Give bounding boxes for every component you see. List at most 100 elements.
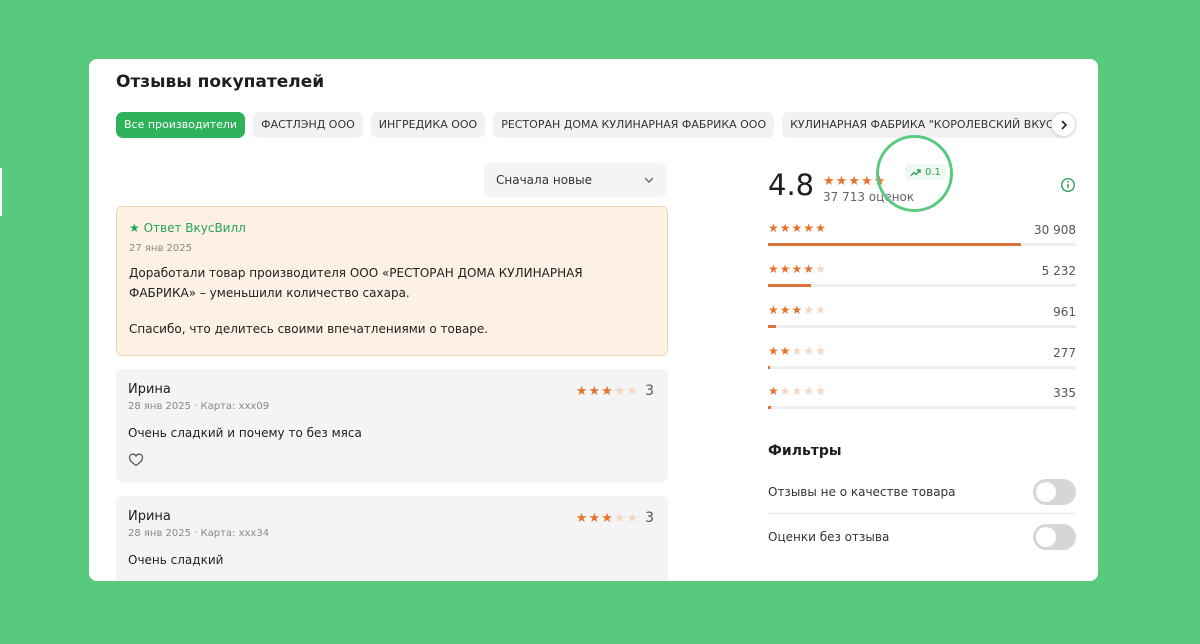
heart-icon[interactable] [128, 452, 144, 468]
star-icon: ★ [791, 344, 803, 358]
reply-thanks: Спасибо, что делитесь своими впечатления… [129, 322, 489, 336]
info-icon[interactable] [1060, 177, 1076, 193]
row-stars: ★ ★ ★ ★ ★ [768, 345, 826, 357]
chevron-right-icon [1061, 120, 1067, 129]
row-count: 961 [1053, 305, 1076, 319]
star-icon: ★ [613, 510, 626, 526]
distribution-row-1[interactable]: ★ ★ ★ ★ ★ 335 [768, 383, 1076, 413]
star-icon: ★ [779, 303, 791, 317]
review-rating: ★ ★ ★ ★ ★ 3 [576, 510, 654, 526]
row-bar-track [768, 366, 1076, 369]
review-stars: ★ ★ ★ ★ ★ [576, 385, 638, 398]
row-bar-fill [768, 243, 1021, 246]
review-meta: 28 янв 2025 · Карта: ххх09 [128, 401, 270, 412]
row-stars: ★ ★ ★ ★ ★ [768, 222, 826, 234]
star-icon: ★ [815, 221, 826, 235]
row-count: 5 232 [1041, 264, 1076, 278]
star-icon: ★ [768, 344, 779, 358]
filter-no-text: Оценки без отзыва [768, 515, 1076, 559]
star-icon: ★ [779, 384, 791, 398]
review-rating-number: 3 [645, 383, 654, 399]
chip-all-producers[interactable]: Все производители [116, 112, 246, 138]
page-title: Отзывы покупателей [116, 72, 325, 92]
star-icon: ★ [768, 262, 779, 276]
chips-next-button[interactable] [1051, 112, 1076, 137]
reply-date: 27 янв 2025 [129, 243, 192, 254]
left-edge-line [0, 168, 2, 216]
review-card: Ирина 28 янв 2025 · Карта: ххх09 Очень с… [116, 369, 668, 482]
star-icon: ★ [791, 384, 803, 398]
filter-non-quality-toggle[interactable] [1033, 478, 1076, 505]
reply-text: Доработали товар производителя ООО «РЕСТ… [129, 266, 583, 300]
review-meta: 28 янв 2025 · Карта: ххх34 [128, 528, 270, 539]
row-stars: ★ ★ ★ ★ ★ [768, 385, 826, 397]
star-icon: ★ [815, 262, 826, 276]
star-icon: ★ [588, 510, 601, 526]
chevron-down-icon [644, 177, 654, 183]
star-icon: ★ [860, 174, 873, 189]
filter-label: Оценки без отзыва [768, 530, 890, 544]
star-icon: ★ [779, 344, 791, 358]
toggle-knob [1036, 481, 1056, 502]
reply-author: ★ Ответ ВкусВилл [129, 221, 246, 235]
review-text: Очень сладкий и почему то без мяса [128, 426, 362, 440]
filter-label: Отзывы не о качестве товара [768, 484, 956, 499]
star-icon: ★ [791, 221, 803, 235]
star-icon: ★ [601, 510, 613, 526]
star-icon: ★ [601, 383, 613, 399]
row-bar-track [768, 243, 1076, 246]
star-icon: ★ [779, 221, 791, 235]
star-icon: ★ [823, 174, 835, 189]
chip-restoran-doma[interactable]: РЕСТОРАН ДОМА КУЛИНАРНАЯ ФАБРИКА ООО [493, 112, 775, 138]
row-stars: ★ ★ ★ ★ ★ [768, 304, 826, 316]
review-rating: ★ ★ ★ ★ ★ 3 [576, 383, 654, 399]
star-icon: ★ [575, 383, 588, 399]
row-bar-fill [768, 325, 776, 328]
star-icon: ★ [848, 174, 860, 189]
chip-ingredika[interactable]: ИНГРЕДИКА ООО [370, 112, 486, 138]
star-icon: ★ [768, 303, 779, 317]
toggle-knob [1036, 527, 1056, 547]
filters-title: Фильтры [768, 443, 842, 459]
star-icon: ★ [768, 384, 779, 398]
star-icon: ★ [803, 262, 815, 276]
chip-fastlend[interactable]: ФАСТЛЭНД ООО [253, 112, 363, 138]
highlight-circle [876, 135, 953, 212]
star-icon: ★ [779, 262, 791, 276]
review-rating-number: 3 [645, 510, 654, 526]
row-bar-track [768, 284, 1076, 287]
row-bar-track [768, 406, 1076, 409]
filter-non-quality: Отзывы не о качестве товара [768, 470, 1076, 514]
distribution-row-5[interactable]: ★ ★ ★ ★ ★ 30 908 [768, 220, 1076, 250]
row-bar-fill [768, 406, 771, 409]
star-icon: ★ [575, 510, 588, 526]
review-card: Ирина 28 янв 2025 · Карта: ххх34 Очень с… [116, 496, 668, 581]
reviews-card: Отзывы покупателей Все производители ФАС… [89, 59, 1098, 581]
distribution-row-3[interactable]: ★ ★ ★ ★ ★ 961 [768, 302, 1076, 332]
distribution-row-2[interactable]: ★ ★ ★ ★ ★ 277 [768, 343, 1076, 373]
producer-filter-chips: Все производители ФАСТЛЭНД ООО ИНГРЕДИКА… [116, 112, 1068, 138]
row-stars: ★ ★ ★ ★ ★ [768, 263, 826, 275]
filter-no-text-toggle[interactable] [1033, 524, 1076, 550]
star-icon: ★ [791, 303, 803, 317]
shop-reply: ★ Ответ ВкусВилл 27 янв 2025 Доработали … [116, 206, 668, 356]
row-count: 335 [1053, 386, 1076, 400]
star-icon: ★ [613, 383, 626, 399]
sort-select[interactable]: Сначала новые [484, 163, 667, 197]
star-icon: ★ [803, 344, 815, 358]
star-icon: ★ [815, 384, 826, 398]
star-icon: ★ [588, 383, 601, 399]
star-icon: ★ [803, 303, 815, 317]
star-icon: ★ [815, 303, 826, 317]
row-count: 277 [1053, 346, 1076, 360]
row-bar-fill [768, 366, 771, 369]
review-text: Очень сладкий [128, 553, 224, 567]
row-bar-fill [768, 284, 811, 287]
review-stars: ★ ★ ★ ★ ★ [576, 512, 638, 525]
row-bar-track [768, 325, 1076, 328]
star-icon: ★ [626, 383, 639, 399]
star-icon: ★ [835, 174, 848, 189]
distribution-row-4[interactable]: ★ ★ ★ ★ ★ 5 232 [768, 261, 1076, 291]
chip-korolevsky-vkus[interactable]: КУЛИНАРНАЯ ФАБРИКА "КОРОЛЕВСКИЙ ВКУС" [782, 112, 1067, 138]
star-icon: ★ [791, 262, 803, 276]
